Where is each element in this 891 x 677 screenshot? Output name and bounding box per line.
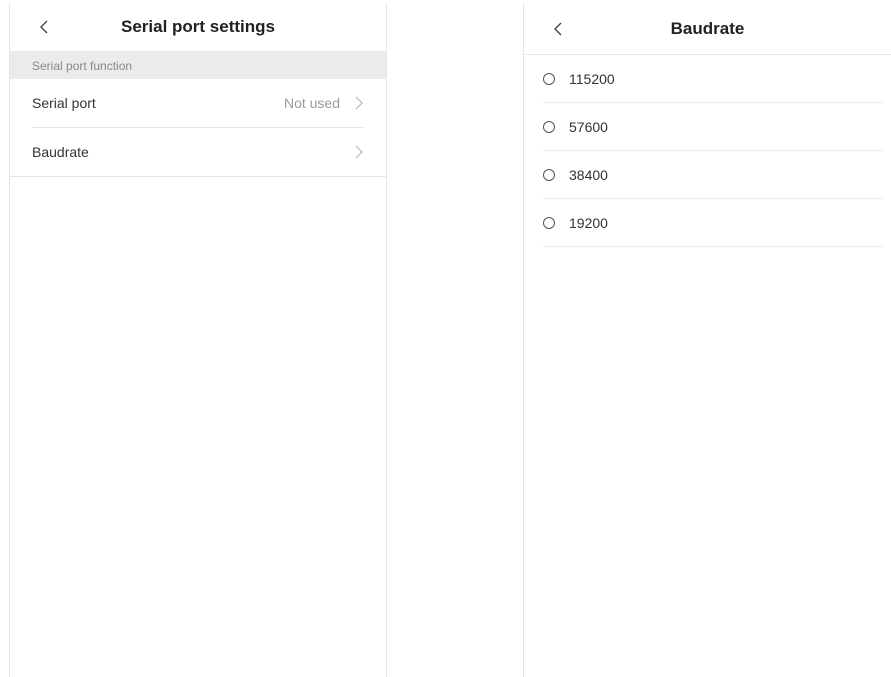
option-label: 115200	[569, 70, 615, 87]
baudrate-option[interactable]: 115200	[543, 55, 883, 103]
option-label: 19200	[569, 214, 608, 231]
radio-unchecked-icon[interactable]	[543, 72, 555, 85]
option-label: 57600	[569, 118, 608, 135]
baudrate-options-list: 115200 57600 38400 19200	[524, 55, 891, 247]
chevron-right-icon	[354, 95, 364, 111]
baudrate-screen: Baudrate 115200 57600 38400 19200	[523, 3, 891, 677]
header: Baudrate	[524, 3, 891, 55]
chevron-left-icon	[40, 20, 48, 34]
radio-unchecked-icon[interactable]	[543, 168, 555, 181]
row-label: Serial port	[32, 95, 96, 111]
serial-port-row[interactable]: Serial port Not used	[32, 79, 364, 128]
list-group: Baudrate	[10, 128, 386, 177]
back-button[interactable]	[536, 3, 580, 54]
option-label: 38400	[569, 166, 608, 183]
page-title: Serial port settings	[121, 17, 275, 36]
baudrate-option[interactable]: 57600	[543, 103, 883, 151]
section-label: Serial port function	[32, 58, 133, 73]
baudrate-option[interactable]: 38400	[543, 151, 883, 199]
header: Serial port settings	[10, 3, 386, 52]
row-value: Not used	[283, 95, 340, 111]
chevron-left-icon	[554, 22, 562, 35]
radio-unchecked-icon[interactable]	[543, 216, 555, 229]
chevron-right-icon	[354, 144, 364, 160]
baudrate-row[interactable]: Baudrate	[32, 128, 364, 176]
radio-unchecked-icon[interactable]	[543, 120, 555, 133]
baudrate-option[interactable]: 19200	[543, 199, 883, 247]
page-title: Baudrate	[670, 18, 745, 38]
section-header: Serial port function	[10, 52, 386, 79]
back-button[interactable]	[22, 3, 66, 51]
row-label: Baudrate	[32, 144, 89, 160]
serial-port-settings-screen: Serial port settings Serial port functio…	[9, 3, 387, 677]
